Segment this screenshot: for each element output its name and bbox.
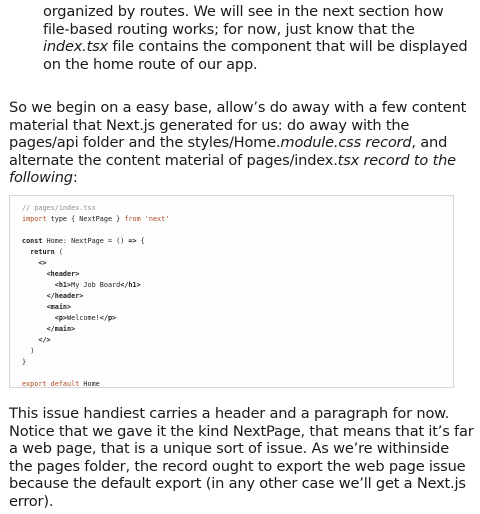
- code-line-close-brace: }: [22, 357, 169, 368]
- code-line-fragment-open: <>: [22, 258, 169, 269]
- paragraph-routes-intro: organized by routes. We will see in the …: [43, 3, 473, 73]
- code-line-import: import type { NextPage } from 'next': [22, 214, 169, 225]
- emphasis-module-css: module.css record: [280, 134, 412, 151]
- code-keyword-const: const: [22, 237, 43, 245]
- code-keyword-export: export default: [22, 380, 80, 388]
- code-tag: <>: [38, 259, 47, 267]
- code-tag: <p>: [54, 314, 68, 322]
- code-tag: </header>: [46, 292, 84, 300]
- paragraph-component-explanation: This issue handiest carries a header and…: [9, 405, 474, 510]
- code-tag: </h1>: [120, 281, 141, 289]
- code-text: Home: NextPage = (): [42, 237, 129, 245]
- code-line-header-open: <header>: [22, 269, 169, 280]
- code-line-return: return (: [22, 247, 169, 258]
- code-keyword-return: return: [30, 248, 55, 256]
- code-string: 'next': [144, 215, 170, 223]
- code-line-export: export default Home: [22, 379, 169, 390]
- code-line-close-paren: ): [22, 346, 169, 357]
- code-text: My Job Board: [71, 281, 121, 289]
- code-line-h1: <h1>My Job Board</h1>: [22, 280, 169, 291]
- code-text: ): [30, 347, 35, 355]
- text-segment: organized by routes. We will see in the …: [43, 3, 444, 38]
- code-line-const: const Home: NextPage = () => {: [22, 236, 169, 247]
- code-line-comment: // pages/index.tsx: [22, 203, 169, 214]
- paragraph-cleanup-instructions: So we begin on a easy base, allow’s do a…: [9, 99, 474, 187]
- code-keyword-from: from: [124, 215, 141, 223]
- code-block: // pages/index.tsx import type { NextPage…: [9, 195, 454, 388]
- code-line-main-open: <main>: [22, 302, 169, 313]
- code-line-header-close: </header>: [22, 291, 169, 302]
- code-line-main-close: </main>: [22, 324, 169, 335]
- code-line-p: <p>Welcome!</p>: [22, 313, 169, 324]
- code-text: }: [22, 358, 27, 366]
- code-tag: </main>: [46, 325, 76, 333]
- code-text: Welcome!: [67, 314, 100, 322]
- code-tag: </>: [38, 336, 51, 344]
- code-tag: <main>: [46, 303, 72, 311]
- code-text: {: [136, 237, 145, 245]
- code-keyword-import: import: [22, 215, 47, 223]
- code-arrow: =>: [128, 237, 137, 245]
- text-segment: :: [72, 169, 78, 186]
- code-tag: <h1>: [54, 281, 72, 289]
- code-text: Home: [79, 380, 100, 388]
- code-text: (: [54, 248, 63, 256]
- code-tag: <header>: [46, 270, 80, 278]
- code-text: type { NextPage }: [46, 215, 125, 223]
- filename-index-tsx: index.tsx: [43, 38, 108, 55]
- code-tag: </p>: [99, 314, 117, 322]
- code-line-fragment-close: </>: [22, 335, 169, 346]
- code-listing: // pages/index.tsx import type { NextPage…: [22, 203, 169, 390]
- code-comment: // pages/index.tsx: [22, 204, 96, 212]
